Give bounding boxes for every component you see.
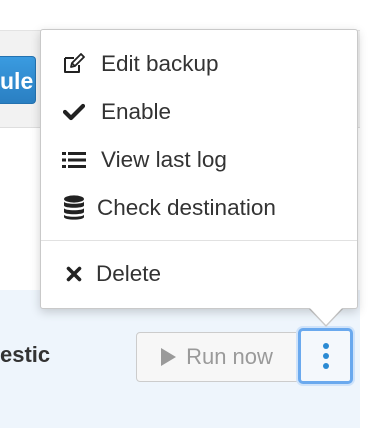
kebab-icon [322,343,329,369]
play-icon [161,348,177,366]
menu-item-enable[interactable]: Enable [41,89,357,135]
schedule-button[interactable]: ule [0,56,36,104]
app-viewport: ule estic Run now Edit backup Enable Vie… [0,0,380,438]
menu-item-view-last-log[interactable]: View last log [41,137,357,183]
menu-item-check-destination[interactable]: Check destination [41,185,357,231]
menu-item-label: Check destination [97,195,276,220]
page-top [0,0,360,31]
backup-row-name: estic [0,342,51,367]
database-icon [61,195,87,221]
run-now-button[interactable]: Run now [136,332,298,382]
actions-menu: Edit backup Enable View last log Check d… [40,29,358,309]
edit-icon [61,51,87,77]
menu-pointer-fill [308,306,344,325]
run-now-label: Run now [186,344,273,369]
close-icon [61,261,87,287]
menu-item-edit-backup[interactable]: Edit backup [41,41,357,87]
menu-item-label: Delete [96,261,162,286]
menu-item-label: Edit backup [101,51,219,76]
menu-item-delete[interactable]: Delete [41,251,357,297]
check-icon [61,99,87,125]
list-icon [61,147,87,173]
more-actions-button[interactable] [298,328,353,384]
menu-item-label: View last log [101,147,227,172]
menu-divider [41,240,357,241]
menu-item-label: Enable [101,99,172,124]
